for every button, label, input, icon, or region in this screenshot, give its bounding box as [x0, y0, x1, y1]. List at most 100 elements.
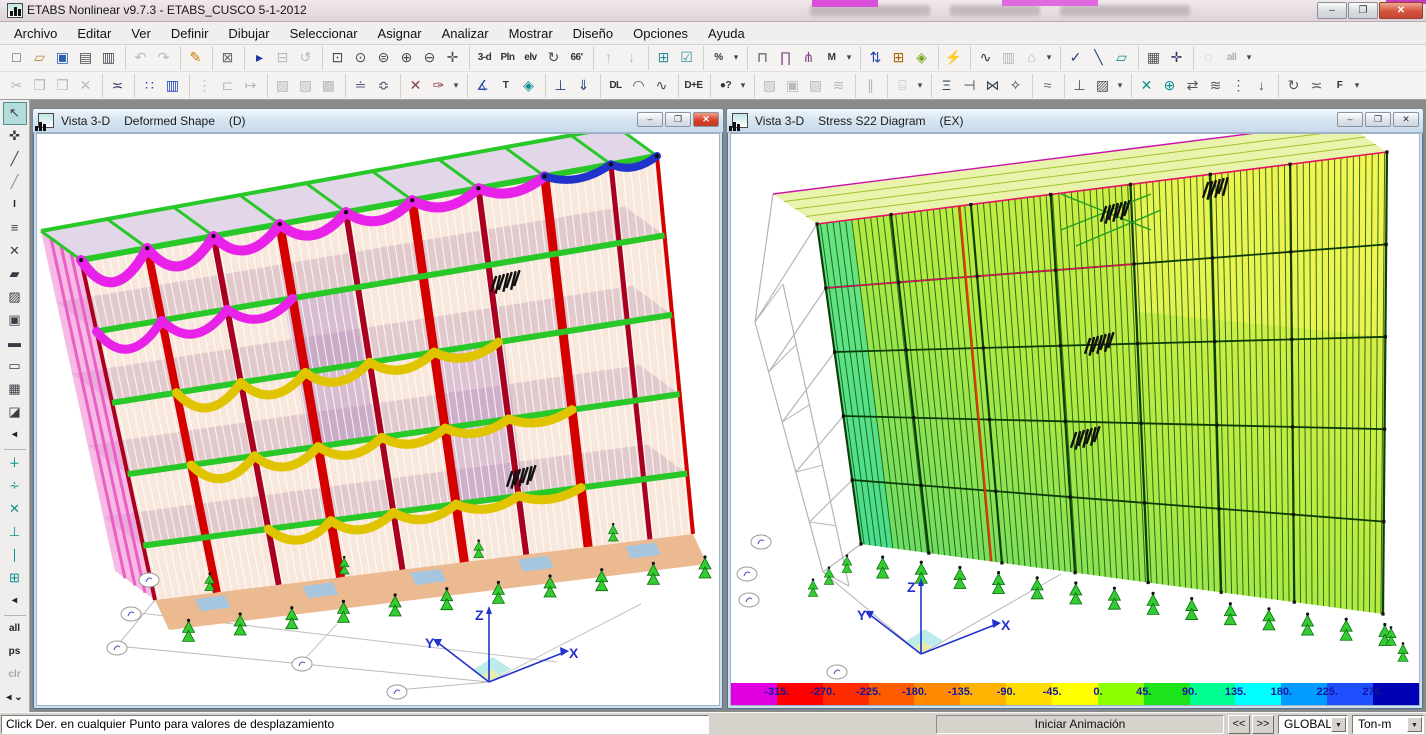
snap-points-icon[interactable]: ∔ — [3, 452, 27, 475]
snap-fine-grid-icon[interactable]: ⊞ — [3, 567, 27, 590]
collapse-arrow-icon[interactable]: ◂ — [3, 424, 27, 447]
log-plot-icon[interactable]: ∡ — [471, 75, 494, 97]
text-labels-icon[interactable]: T — [494, 75, 517, 97]
select-by-line-icon[interactable]: ╲ — [1087, 47, 1110, 69]
menu-item-seleccionar[interactable]: Seleccionar — [280, 24, 368, 43]
disconnect-joints-icon[interactable]: ✕ — [1135, 75, 1158, 97]
align-bottom-icon[interactable]: ≎ — [372, 75, 395, 97]
menu-item-definir[interactable]: Definir — [161, 24, 219, 43]
draw-truss-icon[interactable]: M — [820, 47, 843, 69]
lock-model-icon[interactable]: ⊠ — [216, 47, 239, 69]
rotate-assign-icon[interactable]: ↻ — [1282, 75, 1305, 97]
select-pointer-icon[interactable]: ✓ — [1064, 47, 1087, 69]
joint-masses-icon[interactable]: ⋮ — [1227, 75, 1250, 97]
response-spectrum-icon[interactable]: ◠ — [627, 75, 650, 97]
save-model-icon[interactable]: ▣ — [51, 47, 74, 69]
object-shrink-percent-icon[interactable]: % — [707, 47, 730, 69]
align-points-icon[interactable]: ⊏ — [216, 75, 239, 97]
frame-output-stations-icon[interactable]: ⋈ — [981, 75, 1004, 97]
draw-brace-icon[interactable]: ⋔ — [797, 47, 820, 69]
assign-wall-icon[interactable]: ▨ — [758, 75, 781, 97]
restore-button[interactable]: ❐ — [1348, 2, 1378, 19]
delete-icon[interactable]: ✕ — [74, 75, 97, 97]
clear-selection-icon[interactable]: clr — [3, 664, 27, 687]
quick-draw-frame-icon[interactable]: ≡ — [3, 217, 27, 240]
menu-item-ayuda[interactable]: Ayuda — [698, 24, 755, 43]
pan-icon[interactable]: ✛ — [441, 47, 464, 69]
dropdown-caret-icon[interactable]: ▾ — [1114, 75, 1126, 97]
menu-item-ver[interactable]: Ver — [121, 24, 161, 43]
view-elevation-icon[interactable]: elv — [519, 47, 542, 69]
select-by-poly-icon[interactable]: ▱ — [1110, 47, 1133, 69]
restore-full-view-icon[interactable]: ⊙ — [349, 47, 372, 69]
assign-joint-icon[interactable]: ⇅ — [864, 47, 887, 69]
snap-intersections-icon[interactable]: ✕ — [3, 498, 27, 521]
refresh-window-icon[interactable]: ⊟ — [271, 47, 294, 69]
span-assign-icon[interactable]: ≍ — [1305, 75, 1328, 97]
show-stress-icon[interactable]: ⌂ — [1020, 47, 1043, 69]
assign-shell-icon[interactable]: ◈ — [910, 47, 933, 69]
quick-draw-area-icon[interactable]: ▣ — [3, 309, 27, 332]
shrink-objects-icon[interactable]: ⊞ — [652, 47, 675, 69]
dropdown-caret-icon[interactable]: ▾ — [1351, 75, 1363, 97]
cut-icon[interactable]: ✂ — [5, 75, 28, 97]
copy-icon[interactable]: ❐ — [28, 75, 51, 97]
menu-item-mostrar[interactable]: Mostrar — [499, 24, 563, 43]
section-cut-icon[interactable]: ∥ — [859, 75, 882, 97]
snap-perpendicular-icon[interactable]: ⊥ — [3, 521, 27, 544]
open-file-icon[interactable]: ▱ — [28, 47, 51, 69]
move-up-story-icon[interactable]: ↑ — [597, 47, 620, 69]
zoom-out-icon[interactable]: ⊖ — [418, 47, 441, 69]
window-titlebar[interactable]: Vista 3-D Deformed Shape (D) – ❐ ✕ — [33, 109, 723, 133]
draw-area-object-icon[interactable]: ◪ — [3, 401, 27, 424]
undo-icon[interactable]: ↶ — [129, 47, 152, 69]
paint-properties-icon[interactable]: ✑ — [427, 75, 450, 97]
quick-draw-floor-icon[interactable]: ▦ — [3, 378, 27, 401]
dropdown-caret-icon[interactable]: ▾ — [914, 75, 926, 97]
menu-item-diseño[interactable]: Diseño — [563, 24, 623, 43]
previous-selection-icon[interactable]: ps — [3, 641, 27, 664]
split-areas-icon[interactable]: ▨ — [294, 75, 317, 97]
frame-end-offsets-icon[interactable]: ⊣ — [958, 75, 981, 97]
dropdown-caret-icon[interactable]: ▾ — [737, 75, 749, 97]
merge-points-icon[interactable]: ⋮ — [193, 75, 216, 97]
measure-line-icon[interactable]: ≍ — [106, 75, 129, 97]
quick-draw-line-icon[interactable]: ╱ — [3, 171, 27, 194]
edit-pencil-icon[interactable]: ✎ — [184, 47, 207, 69]
draw-line-object-icon[interactable]: ▬ — [3, 332, 27, 355]
restore-previous-view-icon[interactable]: ↺ — [294, 47, 317, 69]
draw-frame-region-icon[interactable]: I — [3, 194, 27, 217]
redo-icon[interactable]: ↷ — [152, 47, 175, 69]
draw-frame-icon[interactable]: ⊓ — [751, 47, 774, 69]
snap-lines-edges-icon[interactable]: ∣ — [3, 544, 27, 567]
rotate-view-icon[interactable]: ↻ — [542, 47, 565, 69]
close-button[interactable]: ✕ — [693, 112, 719, 127]
previous-step-button[interactable]: << — [1228, 715, 1250, 734]
menu-item-dibujar[interactable]: Dibujar — [218, 24, 279, 43]
minimize-button[interactable]: – — [1317, 2, 1347, 19]
paste-icon[interactable]: ❒ — [51, 75, 74, 97]
more-arrows-icon[interactable]: ◂ ⌄ — [3, 687, 27, 710]
clear-display-icon[interactable]: ✕ — [404, 75, 427, 97]
minimize-button[interactable]: – — [637, 112, 663, 127]
time-history-icon[interactable]: ∿ — [650, 75, 673, 97]
menu-item-opciones[interactable]: Opciones — [623, 24, 698, 43]
new-model-icon[interactable]: □ — [5, 47, 28, 69]
show-axes-icon[interactable]: ✛ — [1165, 47, 1188, 69]
start-animation-button[interactable]: Iniciar Animación — [936, 715, 1224, 734]
show-deformed-shape-icon[interactable]: ∿ — [974, 47, 997, 69]
menu-item-archivo[interactable]: Archivo — [4, 24, 67, 43]
rubber-band-zoom-icon[interactable]: ⊡ — [326, 47, 349, 69]
dropdown-caret-icon[interactable]: ▼ — [1407, 717, 1422, 732]
draw-line-icon[interactable]: ╱ — [3, 148, 27, 171]
merge-areas-icon[interactable]: ▩ — [317, 75, 340, 97]
assign-group-icon[interactable]: ⌸ — [891, 75, 914, 97]
dropdown-caret-icon[interactable]: ▾ — [1243, 47, 1255, 69]
point-load-icon[interactable]: ⊥ — [549, 75, 572, 97]
run-playback-icon[interactable]: ▸ — [248, 47, 271, 69]
frame-nonlinear-hinge-icon[interactable]: ≈ — [1036, 75, 1059, 97]
next-step-button[interactable]: >> — [1252, 715, 1274, 734]
window-titlebar[interactable]: Vista 3-D Stress S22 Diagram (EX) – ❐ ✕ — [727, 109, 1423, 133]
dropdown-caret-icon[interactable]: ▼ — [1331, 717, 1346, 732]
select-all-icon[interactable]: all — [1220, 47, 1243, 69]
